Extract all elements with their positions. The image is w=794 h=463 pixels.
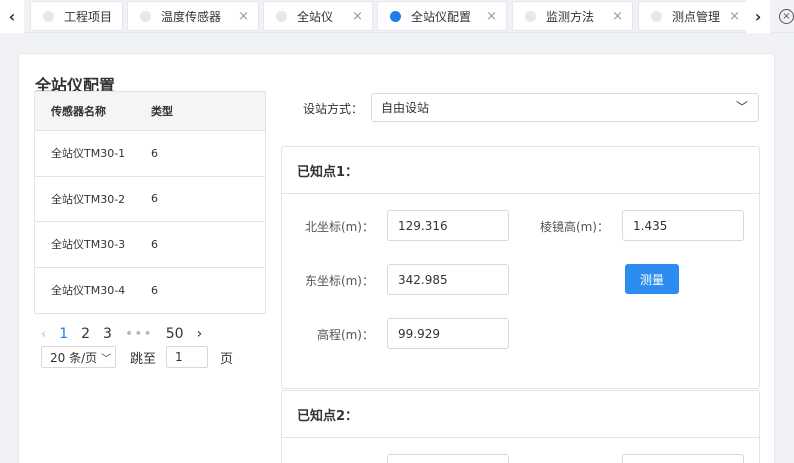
station-mode-value: 自由设站	[381, 101, 430, 115]
page-last[interactable]: 50	[166, 326, 184, 342]
page-1[interactable]: 1	[59, 326, 68, 342]
sensor-table: 传感器名称 类型 全站仪TM30-1 6 全站仪TM30-2 6 全站仪TM30…	[34, 91, 266, 314]
tab-status-dot	[43, 10, 54, 22]
tab-status-dot	[390, 10, 401, 22]
pagination: ‹ 1 2 3 ••• 50 ›	[41, 326, 215, 342]
prism-height-input[interactable]	[622, 454, 744, 463]
close-icon[interactable]: ×	[729, 9, 740, 24]
tab-temperature-sensor[interactable]: 温度传感器 ×	[127, 1, 259, 31]
elevation-label: 高程(m)：	[316, 328, 374, 342]
jump-input[interactable]: 1	[166, 346, 209, 368]
station-mode-select[interactable]: 自由设站 ﹀	[371, 93, 759, 122]
cell-name: 全站仪TM30-2	[51, 192, 126, 206]
close-icon[interactable]: ×	[352, 9, 363, 24]
east-coord-input[interactable]: 342.985	[387, 264, 509, 295]
page-next-icon[interactable]: ›	[197, 326, 203, 342]
tab-label: 工程项目	[64, 9, 113, 24]
table-row[interactable]: 全站仪TM30-4 6	[35, 268, 265, 314]
tab-label: 温度传感器	[161, 9, 222, 24]
tab-status-dot	[525, 10, 536, 22]
column-header-name: 传感器名称	[51, 105, 106, 118]
chevron-down-icon: ﹀	[101, 353, 112, 365]
tab-project[interactable]: 工程项目	[30, 1, 123, 31]
close-icon[interactable]: ×	[238, 9, 249, 24]
table-header: 传感器名称 类型	[35, 92, 265, 131]
cell-name: 全站仪TM30-4	[51, 284, 126, 298]
page-size-value: 20 条/页	[50, 350, 98, 365]
page-ellipsis[interactable]: •••	[125, 326, 153, 342]
chevron-down-icon: ﹀	[735, 100, 748, 114]
prism-height-label: 棱镜高(m)：	[539, 220, 609, 234]
jump-suffix: 页	[220, 351, 234, 367]
tab-bar: ‹ 工程项目 温度传感器 × 全站仪 × 全站仪配置 × 监测方法 × 测点管理…	[0, 0, 794, 33]
tab-monitoring-method[interactable]: 监测方法 ×	[512, 1, 633, 31]
north-coord-input[interactable]: 129.316	[387, 210, 509, 241]
tab-label: 全站仪配置	[411, 9, 472, 24]
table-row[interactable]: 全站仪TM30-1 6	[35, 131, 265, 177]
cell-name: 全站仪TM30-3	[51, 238, 126, 252]
tab-status-dot	[651, 10, 662, 22]
cell-type: 6	[151, 146, 158, 160]
known-point-1-title: 已知点1：	[282, 147, 759, 194]
known-point-2-panel: 已知点2：	[281, 390, 760, 463]
tab-total-station[interactable]: 全站仪 ×	[263, 1, 373, 31]
east-coord-label: 东坐标(m)：	[304, 274, 374, 288]
tab-label: 监测方法	[546, 9, 595, 24]
close-icon[interactable]: ×	[486, 9, 497, 24]
pagination-controls: 20 条/页 ﹀ 跳至 1 页	[41, 346, 233, 368]
cell-type: 6	[151, 192, 158, 206]
cell-type: 6	[151, 237, 158, 251]
page-3[interactable]: 3	[103, 326, 112, 342]
tab-label: 全站仪	[297, 9, 334, 24]
table-row[interactable]: 全站仪TM30-3 6	[35, 222, 265, 268]
north-coord-input[interactable]	[387, 454, 509, 463]
close-icon[interactable]: ×	[612, 9, 623, 24]
elevation-input[interactable]: 99.929	[387, 318, 509, 349]
tab-total-station-config[interactable]: 全站仪配置 ×	[377, 1, 507, 31]
known-point-1-panel: 已知点1： 北坐标(m)： 129.316 棱镜高(m)： 1.435 东坐标(…	[281, 146, 760, 389]
column-header-type: 类型	[151, 105, 173, 118]
jump-label: 跳至	[130, 351, 157, 367]
tab-status-dot	[140, 10, 151, 22]
tab-scroll-right-icon[interactable]: ›	[746, 0, 770, 33]
cell-type: 6	[151, 283, 158, 297]
page-2[interactable]: 2	[81, 326, 90, 342]
page-size-select[interactable]: 20 条/页 ﹀	[41, 346, 116, 368]
known-point-2-title: 已知点2：	[282, 391, 759, 438]
north-coord-label: 北坐标(m)：	[304, 220, 374, 234]
tab-point-management[interactable]: 测点管理 ×	[638, 1, 750, 31]
tab-status-dot	[276, 10, 287, 22]
tab-label: 测点管理	[672, 9, 721, 24]
measure-button[interactable]: 测量	[625, 264, 679, 294]
station-mode-label: 设站方式：	[303, 102, 364, 116]
prism-height-input[interactable]: 1.435	[622, 210, 744, 241]
cell-name: 全站仪TM30-1	[51, 147, 126, 161]
tab-scroll-left-icon[interactable]: ‹	[0, 0, 24, 33]
main-card: 全站仪配置 传感器名称 类型 全站仪TM30-1 6 全站仪TM30-2 6 全…	[18, 53, 775, 463]
table-row[interactable]: 全站仪TM30-2 6	[35, 177, 265, 222]
page-prev-icon[interactable]: ‹	[41, 327, 46, 342]
close-all-tabs-icon[interactable]: ×	[779, 9, 794, 24]
